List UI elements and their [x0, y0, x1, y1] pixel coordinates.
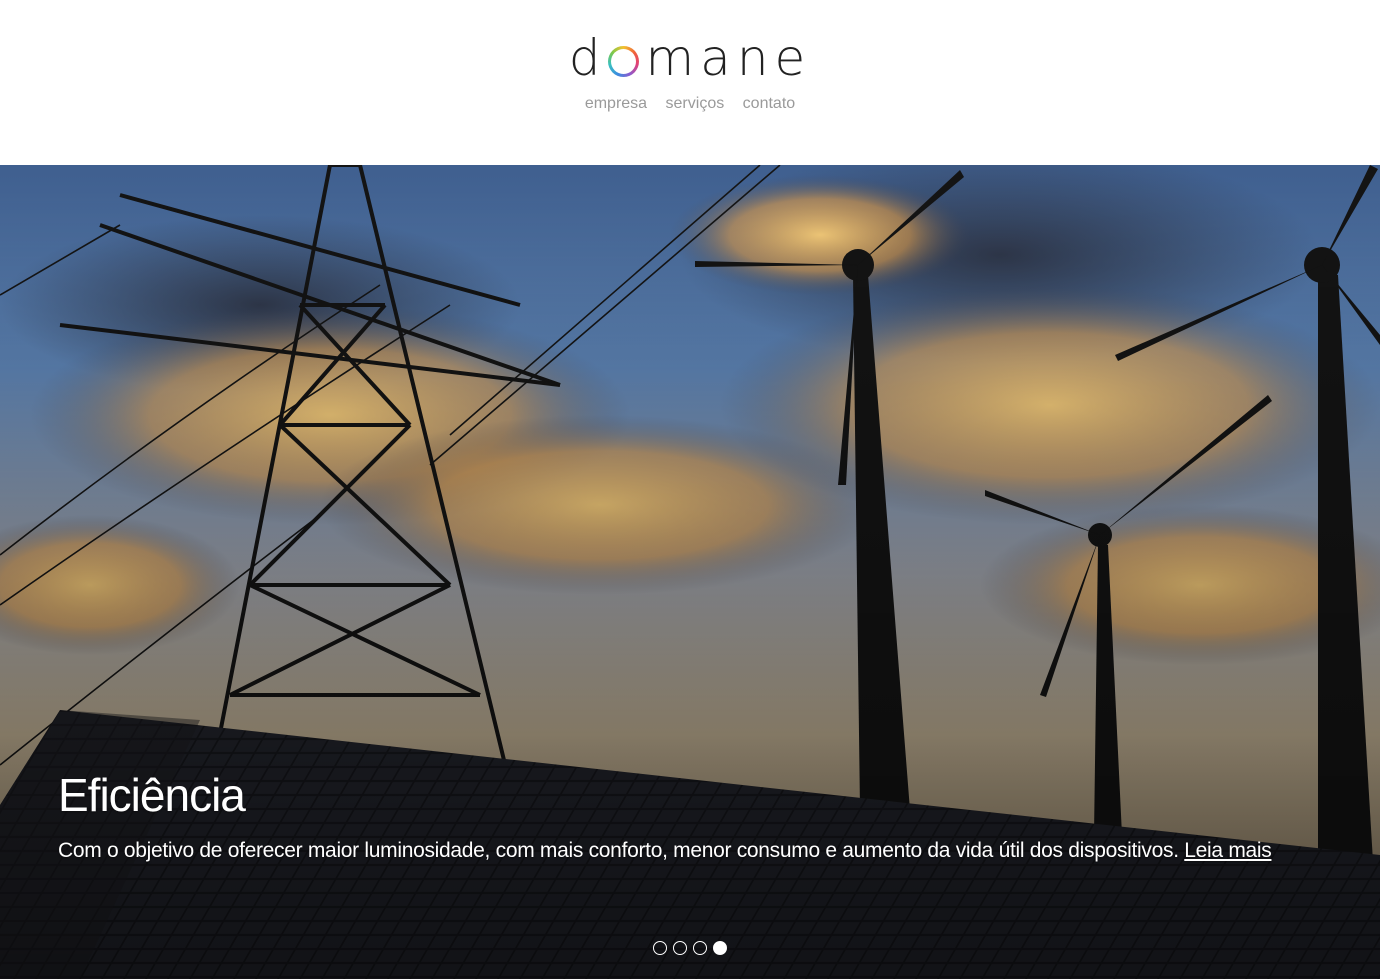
main-nav: empresa serviços contato [0, 95, 1380, 113]
slide-title: Eficiência [58, 769, 246, 821]
logo-suffix: mane [645, 29, 812, 87]
read-more-link[interactable]: Leia mais [1184, 839, 1271, 862]
logo[interactable]: d mane [0, 28, 1380, 88]
logo-prefix: d [568, 29, 607, 87]
nav-item-servicos[interactable]: serviços [666, 95, 725, 112]
slide-text: Com o objetivo de oferecer maior luminos… [58, 839, 1272, 863]
slider-dot-1[interactable] [653, 941, 667, 955]
multicolor-ring-icon [608, 46, 639, 77]
hero-slider: Eficiência Com o objetivo de oferecer ma… [0, 165, 1380, 979]
nav-item-contato[interactable]: contato [743, 95, 795, 112]
slider-dot-3[interactable] [693, 941, 707, 955]
slide-description: Com o objetivo de oferecer maior luminos… [58, 839, 1179, 862]
slider-dot-4[interactable] [713, 941, 727, 955]
slider-pagination [0, 941, 1380, 955]
site-header: d mane empresa serviços contato [0, 0, 1380, 165]
nav-item-empresa[interactable]: empresa [585, 95, 647, 112]
slider-dot-2[interactable] [673, 941, 687, 955]
